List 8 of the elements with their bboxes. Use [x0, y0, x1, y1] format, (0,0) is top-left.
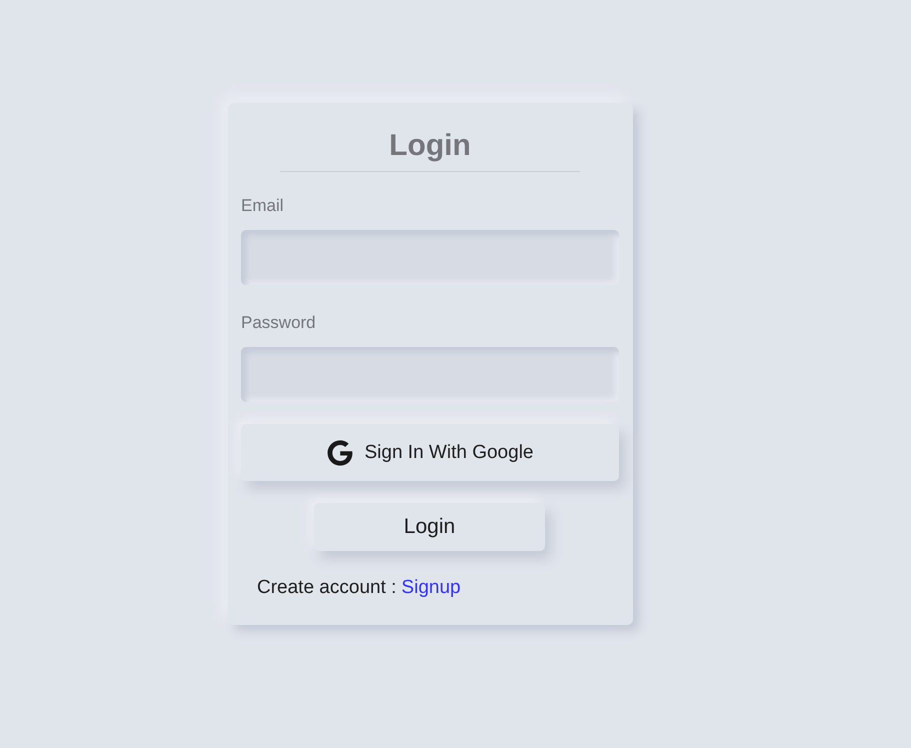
login-title: Login	[280, 129, 580, 172]
signup-prompt: Create account :	[257, 577, 396, 599]
google-icon	[326, 440, 352, 466]
field-label: Password	[241, 313, 317, 333]
login-button[interactable]: Login	[314, 503, 545, 551]
google-sign-in-button[interactable]: Sign In With Google	[241, 424, 619, 481]
signup-link[interactable]: Signup	[401, 577, 461, 599]
field-label: Email	[241, 196, 285, 216]
